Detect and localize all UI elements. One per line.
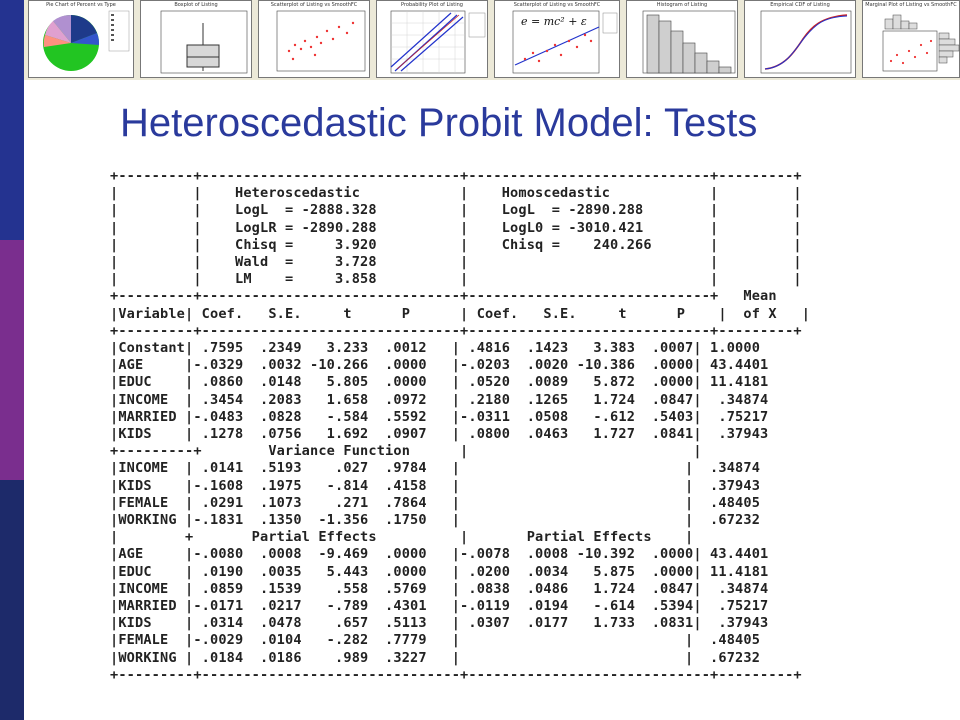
boxplot-icon (160, 10, 248, 74)
output-line: | | LogL = -2888.328 | LogL = -2890.288 … (110, 202, 802, 219)
scatter-icon (276, 10, 366, 72)
output-line: | | LM = 3.858 | | | (110, 271, 802, 288)
regression-output-table: +---------+-----------------------------… (110, 164, 872, 683)
output-line: |KIDS | .0314 .0478 .657 .5113 | .0307 .… (110, 615, 777, 632)
slide-title: Heteroscedastic Probit Model: Tests (120, 101, 758, 145)
output-line: | | Heteroscedastic | Homoscedastic | | (110, 185, 802, 202)
pie-chart-icon (43, 10, 130, 71)
output-line: |MARRIED |-.0483 .0828 -.584 .5592 |-.03… (110, 408, 777, 425)
output-line: |Constant| .7595 .2349 3.233 .0012 | .48… (110, 340, 777, 356)
output-line: +---------+ Variance Function | | (110, 443, 777, 460)
probability-plot-icon (390, 10, 486, 74)
output-line: |INCOME | .0141 .5193 .027 .9784 | | .34… (110, 460, 769, 477)
thumbnail-scatter-fit: Scatterplot of Listing vs SmoothFC e = m… (494, 0, 620, 78)
output-line: +---------+-----------------------------… (110, 322, 802, 339)
output-line: |Variable| Coef. S.E. t P | Coef. S.E. t… (110, 305, 811, 322)
thumbnail-empirical-cdf: Empirical CDF of Listing (744, 0, 856, 78)
thumbnail-probability-plot: Probability Plot of Listing (376, 0, 488, 78)
output-line: | | LogLR = -2890.288 | LogL0 = -3010.42… (110, 219, 802, 236)
output-line: +---------+-----------------------------… (110, 168, 802, 184)
sidebar-segment-top (0, 0, 24, 240)
output-line: |WORKING | .0184 .0186 .989 .3227 | | .6… (110, 649, 769, 666)
thumbnail-strip: Pie Chart of Percent vs Type Boxplot of … (24, 0, 960, 80)
output-line: |EDUC | .0190 .0035 5.443 .0000 | .0200 … (110, 563, 777, 580)
marginal-plot-icon (882, 14, 960, 72)
thumbnail-boxplot: Boxplot of Listing (140, 0, 252, 78)
output-line: |MARRIED |-.0171 .0217 -.789 .4301 |-.01… (110, 598, 777, 614)
sidebar-decoration (0, 0, 24, 720)
output-line: | | Chisq = 3.920 | Chisq = 240.266 | | (110, 236, 802, 253)
histogram-icon (642, 10, 736, 74)
output-line: |INCOME | .3454 .2083 1.658 .0972 | .218… (110, 391, 777, 408)
thumbnail-marginal-plot: Marginal Plot of Listing vs SmoothFC (862, 0, 960, 78)
output-line: | + Partial Effects | Partial Effects | (110, 529, 769, 546)
output-line: |FEMALE | .0291 .1073 .271 .7864 | | .48… (110, 494, 769, 511)
output-line: +---------+-----------------------------… (110, 666, 802, 683)
scatter-fit-icon (512, 10, 618, 74)
formula-label: e = mc² + ε (521, 15, 587, 28)
output-line: +---------+-----------------------------… (110, 288, 794, 305)
thumbnail-scatterplot: Scatterplot of Listing vs SmoothFC (258, 0, 370, 78)
thumbnail-pie-chart: Pie Chart of Percent vs Type (28, 0, 134, 78)
sidebar-segment-bottom (0, 480, 24, 720)
cdf-icon (760, 10, 852, 74)
sidebar-segment-middle (0, 240, 24, 480)
output-line: |INCOME | .0859 .1539 .558 .5769 | .0838… (110, 580, 777, 597)
output-line: |AGE |-.0080 .0008 -9.469 .0000 |-.0078 … (110, 546, 777, 563)
thumbnail-histogram: Histogram of Listing (626, 0, 738, 78)
output-line: |KIDS | .1278 .0756 1.692 .0907 | .0800 … (110, 426, 777, 442)
output-line: |EDUC | .0860 .0148 5.805 .0000 | .0520 … (110, 374, 777, 391)
output-line: |FEMALE |-.0029 .0104 -.282 .7779 | | .4… (110, 632, 769, 649)
output-line: |WORKING |-.1831 .1350 -1.356 .1750 | | … (110, 512, 769, 528)
output-line: |AGE |-.0329 .0032 -10.266 .0000 |-.0203… (110, 357, 777, 374)
output-line: | | Wald = 3.728 | | | (110, 254, 802, 270)
output-line: |KIDS |-.1608 .1975 -.814 .4158 | | .379… (110, 477, 769, 494)
